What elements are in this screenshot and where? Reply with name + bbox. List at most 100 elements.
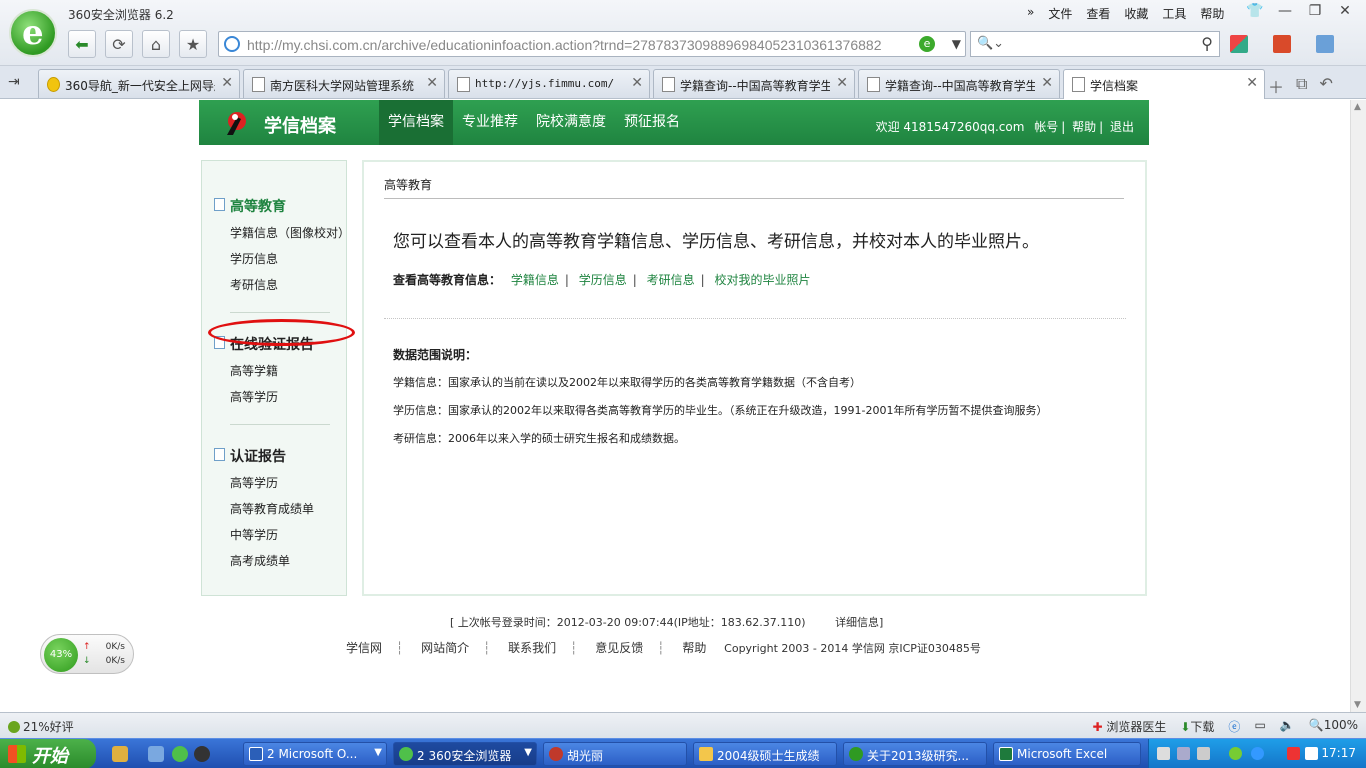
tab-yjs[interactable]: http://yjs.fimmu.com/ ✕ xyxy=(448,69,650,98)
tray-arrow-icon[interactable] xyxy=(1251,747,1264,760)
close-icon[interactable]: ✕ xyxy=(1330,3,1360,19)
volume-icon[interactable] xyxy=(1305,747,1318,760)
search-box[interactable]: 🔍⌄ ⚲ xyxy=(970,31,1220,57)
skin-icon[interactable]: 👕 xyxy=(1240,3,1270,19)
address-input[interactable]: http://my.chsi.com.cn/archive/educationi… xyxy=(247,37,917,53)
new-tab-icon[interactable]: ＋ xyxy=(1268,74,1284,98)
window-icon[interactable]: ▭ xyxy=(1254,718,1265,735)
tab-close-icon[interactable]: ✕ xyxy=(631,75,643,91)
link-xueli[interactable]: 学历信息 xyxy=(579,273,627,287)
task-360browser[interactable]: 2 360安全浏览器 ▼ xyxy=(393,742,537,766)
tab-list-icon[interactable]: ⧉ xyxy=(1296,74,1307,98)
ie-icon[interactable]: ⓔ xyxy=(1228,718,1240,735)
tab-xueji-2[interactable]: 学籍查询--中国高等教育学生 ✕ xyxy=(858,69,1060,98)
tools-icon[interactable] xyxy=(1177,747,1190,760)
search-icon[interactable]: ⚲ xyxy=(1201,34,1213,53)
undo-close-icon[interactable]: ↶ xyxy=(1319,74,1332,98)
refresh-button[interactable]: ⟳ xyxy=(105,30,133,58)
menu-item-view[interactable]: 查看 xyxy=(1079,5,1117,22)
sidebar-item-xueji-image[interactable]: 学籍信息（图像校对） xyxy=(230,224,350,241)
minimize-icon[interactable]: — xyxy=(1270,3,1300,19)
browser-icon xyxy=(399,747,413,761)
task-excel[interactable]: Microsoft Excel xyxy=(993,742,1141,766)
nav-pre-enlist[interactable]: 预征报名 xyxy=(615,100,689,145)
footer-link-help[interactable]: 帮助 xyxy=(682,641,706,655)
detail-link[interactable]: 详细信息] xyxy=(835,616,883,629)
clock[interactable]: 17:17 xyxy=(1321,746,1356,760)
screenshot-icon[interactable] xyxy=(1316,35,1334,53)
menu-item-favorites[interactable]: 收藏 xyxy=(1117,5,1155,22)
tab-nfmu[interactable]: 南方医科大学网站管理系统 ✕ xyxy=(243,69,445,98)
tab-360nav[interactable]: 360导航_新一代安全上网导航 ✕ xyxy=(38,69,240,98)
last-login-info: [ 上次帐号登录时间：2012-03-20 09:07:44(IP地址：183.… xyxy=(450,614,883,630)
scroll-up-icon[interactable]: ▲ xyxy=(1354,102,1361,112)
help-link[interactable]: 帮助 xyxy=(1072,120,1096,134)
task-chat[interactable]: 胡光丽 xyxy=(543,742,687,766)
menu-item-tools[interactable]: 工具 xyxy=(1155,5,1193,22)
task-word[interactable]: 2 Microsoft O... ▼ xyxy=(243,742,387,766)
scroll-down-icon[interactable]: ▼ xyxy=(1354,700,1361,710)
search-engine-icon[interactable]: 🔍⌄ xyxy=(977,36,1004,51)
chevron-down-icon[interactable]: ▼ xyxy=(952,37,961,51)
sidebar-item-kaoyan[interactable]: 考研信息 xyxy=(230,276,278,293)
sidebar-item-verify-xueli[interactable]: 高等学历 xyxy=(230,388,278,405)
sidebar-item-verify-xueji[interactable]: 高等学籍 xyxy=(230,362,278,379)
tab-xueji-1[interactable]: 学籍查询--中国高等教育学生 ✕ xyxy=(653,69,855,98)
quicklaunch-360-icon[interactable] xyxy=(112,746,128,762)
quicklaunch-qq-icon[interactable] xyxy=(194,746,210,762)
footer-link-feedback[interactable]: 意见反馈 xyxy=(595,641,643,655)
menu-item-file[interactable]: 文件 xyxy=(1041,5,1079,22)
download-button[interactable]: ⬇下载 xyxy=(1180,718,1214,735)
nav-major-recommend[interactable]: 专业推荐 xyxy=(453,100,527,145)
tab-close-icon[interactable]: ✕ xyxy=(426,75,438,91)
nav-school-satisfaction[interactable]: 院校满意度 xyxy=(527,100,615,145)
browser-doctor-button[interactable]: ✚ 浏览器医生 xyxy=(1092,718,1166,735)
account-link[interactable]: 帐号 xyxy=(1034,120,1058,134)
rating-status[interactable]: 21%好评 xyxy=(8,718,74,735)
ime-icon[interactable] xyxy=(1287,747,1300,760)
zoom-control[interactable]: 🔍100% xyxy=(1309,718,1358,735)
sidebar-toggle-icon[interactable]: ⇥ xyxy=(8,74,20,90)
menu-item-help[interactable]: 帮助 xyxy=(1193,5,1231,22)
network-speed-widget[interactable]: 43% ↑ 0K/s ↓ 0K/s xyxy=(40,634,134,674)
link-check-photo[interactable]: 校对我的毕业照片 xyxy=(715,273,811,287)
sidebar-item-cert-gaokao[interactable]: 高考成绩单 xyxy=(230,552,290,569)
keyboard-icon[interactable] xyxy=(1157,747,1170,760)
nav-archive[interactable]: 学信档案 xyxy=(379,100,453,145)
sidebar-item-xueli[interactable]: 学历信息 xyxy=(230,250,278,267)
tab-close-icon[interactable]: ✕ xyxy=(836,75,848,91)
home-button[interactable]: ⌂ xyxy=(142,30,170,58)
range-row-xueli: 学历信息：国家承认的2002年以来取得各类高等教育学历的毕业生。（系统正在升级改… xyxy=(393,404,1048,417)
tab-close-icon[interactable]: ✕ xyxy=(221,75,233,91)
favorites-button[interactable]: ★ xyxy=(179,30,207,58)
back-button[interactable]: ⬅ xyxy=(68,30,96,58)
logout-link[interactable]: 退出 xyxy=(1110,120,1134,134)
tab-close-icon[interactable]: ✕ xyxy=(1041,75,1053,91)
vertical-scrollbar[interactable]: ▲ ▼ xyxy=(1350,100,1366,712)
task-folder[interactable]: 2004级硕士生成绩 xyxy=(693,742,837,766)
link-kaoyan[interactable]: 考研信息 xyxy=(647,273,695,287)
network-icon[interactable] xyxy=(1197,747,1210,760)
menu-more-icon[interactable]: » xyxy=(1020,5,1041,22)
tab-xuexin-archive[interactable]: 学信档案 ✕ xyxy=(1063,69,1265,99)
translate-icon[interactable] xyxy=(1273,35,1291,53)
quicklaunch-browser-icon[interactable] xyxy=(172,746,188,762)
sound-icon[interactable]: 🔈 xyxy=(1280,718,1295,735)
sidebar-item-cert-transcript[interactable]: 高等教育成绩单 xyxy=(230,500,314,517)
footer-link-about[interactable]: 网站简介 xyxy=(421,641,469,655)
restore-icon[interactable]: ❐ xyxy=(1300,3,1330,19)
apps-icon[interactable] xyxy=(1230,35,1248,53)
link-xueji[interactable]: 学籍信息 xyxy=(511,273,559,287)
footer-link-contact[interactable]: 联系我们 xyxy=(508,641,556,655)
quicklaunch-desktop-icon[interactable] xyxy=(148,746,164,762)
start-button[interactable]: 开始 xyxy=(0,739,96,768)
tab-close-icon[interactable]: ✕ xyxy=(1246,75,1258,91)
browser-logo-icon[interactable]: e xyxy=(9,9,57,57)
battery-icon[interactable] xyxy=(1229,747,1242,760)
footer-link-chsi[interactable]: 学信网 xyxy=(346,641,382,655)
sidebar-item-cert-secondary[interactable]: 中等学历 xyxy=(230,526,278,543)
sidebar-item-cert-xueli[interactable]: 高等学历 xyxy=(230,474,278,491)
task-ie[interactable]: 关于2013级研究... xyxy=(843,742,987,766)
address-bar[interactable]: http://my.chsi.com.cn/archive/educationi… xyxy=(218,31,966,57)
ie-mode-icon[interactable]: e xyxy=(919,36,935,52)
